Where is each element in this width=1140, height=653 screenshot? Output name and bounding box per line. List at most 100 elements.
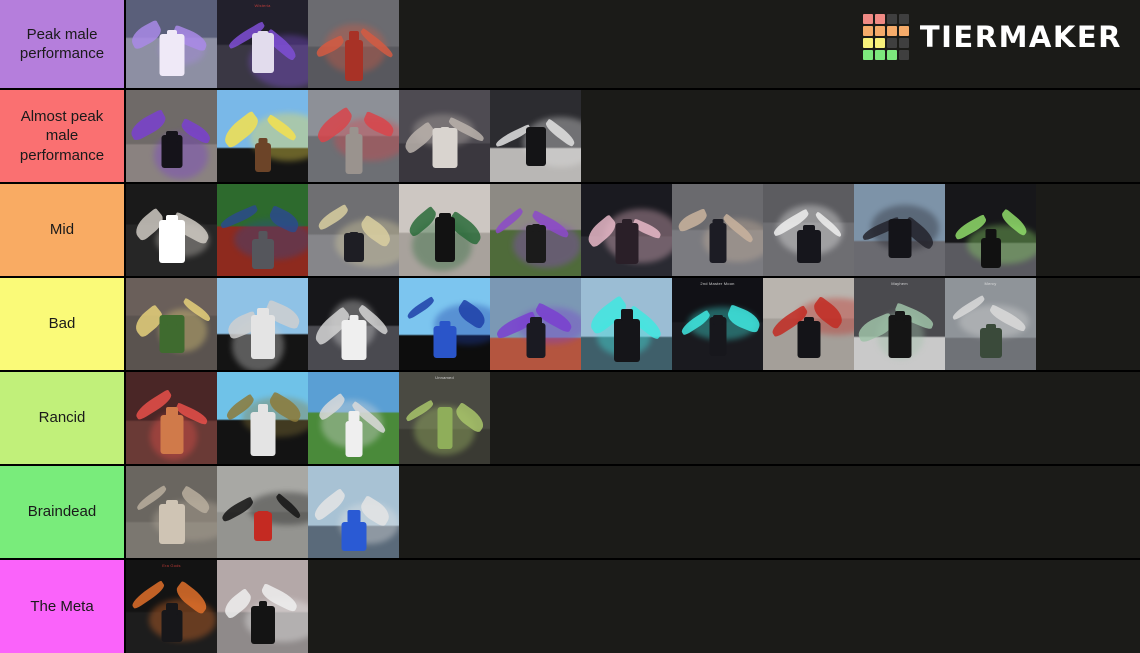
tier-item[interactable] (217, 560, 308, 653)
tier-item[interactable] (217, 90, 308, 182)
tier-label-4[interactable]: Rancid (0, 372, 126, 464)
tier-item[interactable] (308, 372, 399, 464)
tier-items-1 (126, 90, 1140, 182)
tier-item[interactable] (126, 372, 217, 464)
thumbnail-red-wing-demon (763, 278, 854, 370)
thumb-name-tag: Mercy (984, 281, 997, 286)
tier-item[interactable] (581, 184, 672, 276)
thumb-character-head (531, 224, 540, 232)
thumb-character-head (258, 138, 267, 147)
thumb-character-body (251, 239, 274, 270)
thumbnail-horned-grey-golem (217, 184, 308, 276)
thumbnail-black-winged-figure (854, 184, 945, 276)
thumb-character-head (258, 601, 267, 609)
tier-item[interactable] (308, 466, 399, 558)
tier-item[interactable] (763, 278, 854, 370)
thumbnail-blue-beam-noob (399, 278, 490, 370)
thumb-character-head (895, 223, 904, 231)
tier-items-0: Wisteria (126, 0, 1140, 88)
tier-items-2 (126, 184, 1140, 276)
tier-item[interactable] (308, 184, 399, 276)
tier-label-1[interactable]: Almost peak male performance (0, 90, 126, 182)
tier-item[interactable] (945, 184, 1036, 276)
tier-row-2: Mid (0, 184, 1140, 278)
tier-label-0[interactable]: Peak male performance (0, 0, 126, 88)
thumb-character-head (348, 411, 359, 422)
tier-item[interactable] (126, 184, 217, 276)
tier-label-text: Rancid (38, 409, 86, 427)
tier-item[interactable] (763, 184, 854, 276)
tier-item[interactable]: Wisteria (217, 0, 308, 88)
tier-item[interactable] (126, 90, 217, 182)
thumb-character-head (349, 315, 358, 324)
thumb-character-head (531, 128, 540, 137)
thumb-character-body (344, 39, 363, 81)
thumb-character-head (712, 315, 723, 325)
tier-item[interactable] (126, 466, 217, 558)
tier-item[interactable] (490, 184, 581, 276)
tier-item[interactable]: 2nd Master Moon (672, 278, 763, 370)
tier-items-6: Era Gods (126, 560, 1140, 653)
thumb-character-body (345, 420, 362, 457)
tier-label-text: The Meta (30, 597, 94, 615)
thumb-character-head (165, 407, 178, 419)
tier-label-3[interactable]: Bad (0, 278, 126, 370)
thumbnail-purple-hair-spiked-figure (490, 184, 581, 276)
tier-item[interactable] (308, 90, 399, 182)
tier-item[interactable] (217, 372, 308, 464)
thumbnail-fire-ring-gold-chain: Era Gods (126, 560, 217, 653)
tier-label-6[interactable]: The Meta (0, 560, 126, 653)
thumb-character-head (165, 603, 178, 615)
thumbnail-white-suit-blade (308, 372, 399, 464)
thumb-character-body (250, 605, 275, 644)
tier-item[interactable] (308, 0, 399, 88)
tier-item[interactable]: Unnamed (399, 372, 490, 464)
thumb-character-head (529, 317, 542, 329)
tier-row-0: Peak male performance Wisteria (0, 0, 1140, 90)
thumbnail-pale-spider-legs (126, 466, 217, 558)
tier-item[interactable] (217, 466, 308, 558)
thumb-character-head (347, 510, 360, 523)
thumbnail-red-butterfly-wings (126, 372, 217, 464)
tier-item[interactable] (490, 90, 581, 182)
thumbnail-purple-suit-kneeling (490, 278, 581, 370)
thumbnail-white-spike-wings-dark (308, 278, 399, 370)
tier-item[interactable] (399, 184, 490, 276)
tier-item[interactable] (126, 0, 217, 88)
thumb-character-head (440, 127, 449, 136)
tier-item[interactable] (399, 90, 490, 182)
thumbnail-blue-mech-figure (308, 466, 399, 558)
tier-item[interactable] (217, 184, 308, 276)
tier-label-5[interactable]: Braindead (0, 466, 126, 558)
thumb-character-head (166, 316, 177, 326)
tier-item[interactable] (854, 184, 945, 276)
thumb-character-body (254, 142, 271, 172)
thumb-character-body (159, 33, 184, 76)
tier-label-text: Almost peak male performance (19, 108, 105, 164)
thumbnail-cyan-energy-blast: 2nd Master Moon (672, 278, 763, 370)
tier-item[interactable] (399, 278, 490, 370)
thumbnail-black-beast (126, 90, 217, 182)
tier-item[interactable]: Era Gods (126, 560, 217, 653)
thumb-name-tag: Mayhem (891, 281, 908, 286)
thumb-character-head (258, 231, 267, 240)
thumbnail-pink-tentacle-entity (581, 184, 672, 276)
tier-label-text: Mid (49, 221, 75, 239)
tier-item[interactable]: Mercy (945, 278, 1036, 370)
tier-item[interactable] (672, 184, 763, 276)
tier-item[interactable] (308, 278, 399, 370)
thumb-character-head (894, 311, 905, 321)
thumb-character-head (349, 232, 358, 241)
tier-item[interactable] (490, 278, 581, 370)
thumb-character-head (257, 404, 268, 414)
thumb-character-head (439, 321, 450, 332)
tier-item[interactable] (217, 278, 308, 370)
tier-row-3: Bad 2nd Master Moon Mayhem Mercy (0, 278, 1140, 372)
thumb-character-body (345, 133, 362, 174)
tier-item[interactable] (126, 278, 217, 370)
thumbnail-giant-white-eyes-creature (126, 184, 217, 276)
tier-item[interactable] (581, 278, 672, 370)
tiermaker-canvas: TIERMAKER Peak male performance Wisteria A… (0, 0, 1140, 653)
tier-label-2[interactable]: Mid (0, 184, 126, 276)
tier-item[interactable]: Mayhem (854, 278, 945, 370)
